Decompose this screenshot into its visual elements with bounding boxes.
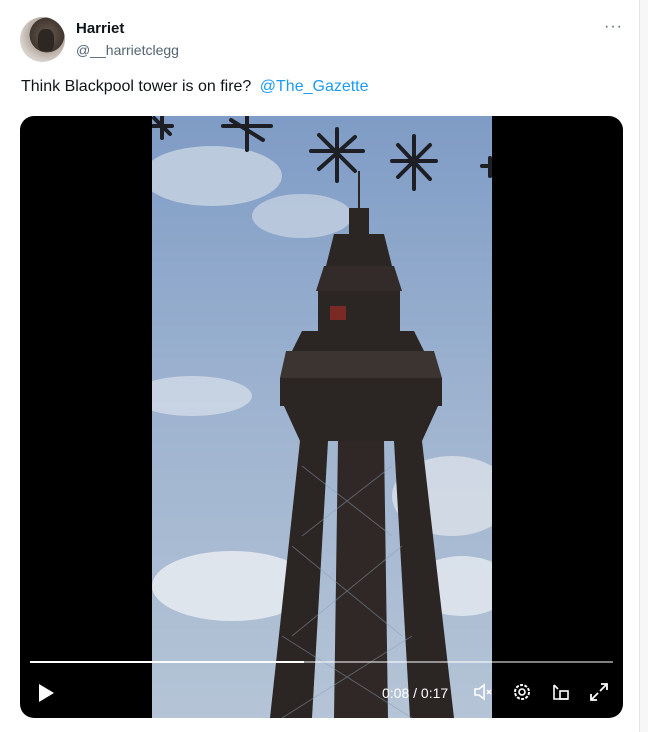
play-icon[interactable] <box>36 682 56 704</box>
video-frame <box>152 116 492 718</box>
tweet-text: Think Blackpool tower is on fire? @The_G… <box>21 78 369 96</box>
picture-in-picture-icon[interactable] <box>550 681 572 703</box>
progress-fill <box>30 661 304 663</box>
scrollbar[interactable] <box>640 0 648 732</box>
fullscreen-icon[interactable] <box>588 681 610 703</box>
progress-bar[interactable] <box>30 661 613 663</box>
duration: 0:17 <box>420 685 449 701</box>
author-name[interactable]: Harriet <box>76 20 124 37</box>
author-handle[interactable]: @__harrietclegg <box>76 42 179 58</box>
current-time: 0:08 <box>382 685 410 701</box>
tweet-card: Harriet @__harrietclegg ··· Think Blackp… <box>0 0 640 732</box>
tweet-body: Think Blackpool tower is on fire? <box>21 78 252 95</box>
mention-link[interactable]: @The_Gazette <box>260 78 369 95</box>
more-options-button[interactable]: ··· <box>604 18 623 36</box>
avatar[interactable] <box>20 17 65 62</box>
settings-icon[interactable] <box>511 681 533 703</box>
video-player[interactable]: 0:08 / 0:17 <box>20 116 623 718</box>
time-display: 0:08 / 0:17 <box>382 685 448 701</box>
time-separator: / <box>409 685 421 701</box>
mute-icon[interactable] <box>472 681 494 703</box>
